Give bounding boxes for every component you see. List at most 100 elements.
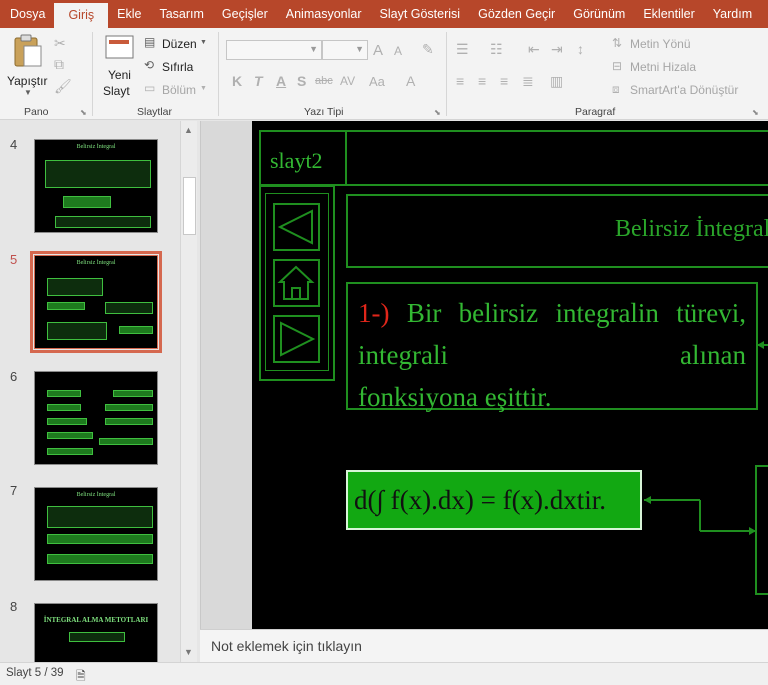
increase-font-icon[interactable]: A <box>373 42 383 59</box>
thumbnail-shape <box>47 554 153 564</box>
section-button[interactable]: Bölüm <box>162 83 196 97</box>
chevron-down-icon: ▼ <box>309 44 318 54</box>
thumbnail-shape <box>47 534 153 544</box>
dialog-launcher-icon[interactable]: ⬊ <box>80 108 87 117</box>
dialog-launcher-icon[interactable]: ⬊ <box>434 108 441 117</box>
new-slide-button[interactable]: Yeni Slayt <box>100 34 140 100</box>
group-separator <box>446 32 447 116</box>
change-case-button[interactable]: Aa <box>369 74 385 89</box>
tab-eklentiler[interactable]: Eklentiler <box>634 0 703 28</box>
character-spacing-button[interactable]: AV <box>340 74 355 88</box>
thumbnail-shape <box>105 302 153 314</box>
align-center-icon[interactable]: ≡ <box>478 73 486 89</box>
bold-button[interactable]: K <box>232 73 242 89</box>
tab-dosya[interactable]: Dosya <box>0 0 54 28</box>
strikethrough-button[interactable]: abc <box>315 75 333 87</box>
tab-tasarim[interactable]: Tasarım <box>150 0 212 28</box>
thumbnail-shape <box>63 196 111 208</box>
dialog-launcher-icon[interactable]: ⬊ <box>752 108 759 117</box>
thumbnail-shape <box>45 160 151 188</box>
tab-yardim[interactable]: Yardım <box>704 0 761 28</box>
slide-position: Slayt 5 / 39 <box>6 667 64 679</box>
reset-button[interactable]: Sıfırla <box>162 60 193 74</box>
chevron-down-icon: ▼ <box>200 85 207 92</box>
thumbnail-number: 5 <box>10 252 18 267</box>
group-label-pano: Pano <box>24 106 49 118</box>
thumbnail-title: Belirsiz İntegral <box>76 144 116 150</box>
cut-icon[interactable]: ✂ <box>54 35 66 52</box>
ribbon: Yapıştır ▼ ✂ ⧉ 🖌 Pano ⬊ Yeni Slayt ▤ Düz… <box>0 28 768 120</box>
thumbnail-shape <box>47 448 93 455</box>
slide-thumbnail-5[interactable]: Belirsiz İntegral <box>30 251 162 353</box>
new-slide-label-1: Yeni <box>108 68 131 82</box>
slide-label-text: slayt2 <box>270 148 323 173</box>
slide-thumbnail-pane: 4 Belirsiz İntegral 5 Belirsiz İntegral … <box>0 121 200 673</box>
increase-indent-icon[interactable]: ⇥ <box>551 41 563 58</box>
tab-giris[interactable]: Giriş <box>54 3 109 28</box>
slide-thumbnail-6[interactable] <box>34 371 158 465</box>
font-color-button[interactable]: A <box>406 73 415 89</box>
thumbnail-number: 8 <box>10 599 18 614</box>
slide-thumbnail-4[interactable]: Belirsiz İntegral <box>34 139 158 233</box>
text-direction-button[interactable]: Metin Yönü <box>630 37 691 51</box>
align-left-icon[interactable]: ≡ <box>456 73 464 89</box>
notes-pane[interactable]: Not eklemek için tıklayın <box>200 629 768 662</box>
tab-gozden-gecir[interactable]: Gözden Geçir <box>469 0 564 28</box>
shadow-button[interactable]: S <box>297 73 306 89</box>
font-name-combo[interactable]: ▼ <box>226 40 322 60</box>
previous-slide-button[interactable] <box>273 203 320 251</box>
group-separator <box>218 32 219 116</box>
thumbnail-number: 4 <box>10 137 18 152</box>
chevron-down-icon: ▼ <box>355 44 364 54</box>
thumbnail-shape <box>47 278 103 296</box>
italic-button[interactable]: T <box>254 73 263 89</box>
new-slide-label-2: Slayt <box>103 84 130 98</box>
paste-button[interactable]: Yapıştır ▼ <box>6 34 50 98</box>
slide-thumbnail-7[interactable]: Belirsiz İntegral <box>34 487 158 581</box>
group-separator <box>92 32 93 116</box>
thumbnail-shape <box>47 418 87 425</box>
tab-gorunum[interactable]: Görünüm <box>564 0 634 28</box>
home-button[interactable] <box>273 259 320 307</box>
tab-ekle[interactable]: Ekle <box>108 0 150 28</box>
bullets-icon[interactable]: ☰ <box>456 41 469 58</box>
thumbnail-number: 7 <box>10 483 18 498</box>
formula-box[interactable]: d(∫ f(x).dx) = f(x).dxtir. <box>346 470 642 530</box>
align-text-button[interactable]: Metni Hizala <box>630 60 696 74</box>
underline-button[interactable]: A <box>276 73 286 89</box>
thumbnail-shape <box>113 390 153 397</box>
decrease-indent-icon[interactable]: ⇤ <box>528 41 540 58</box>
thumbnail-shape <box>47 432 93 439</box>
clipboard-icon <box>14 34 42 67</box>
scroll-down-icon[interactable]: ▼ <box>184 647 193 657</box>
smartart-button[interactable]: SmartArt'a Dönüştür <box>630 83 738 97</box>
clear-formatting-icon[interactable]: ✎ <box>422 41 434 58</box>
new-slide-icon <box>105 35 134 59</box>
scroll-up-icon[interactable]: ▲ <box>184 125 193 135</box>
back-arrow-icon <box>277 209 313 245</box>
numbering-icon[interactable]: ☷ <box>490 41 503 58</box>
thumbnail-title: İNTEGRAL ALMA METOTLARI <box>43 616 149 624</box>
ribbon-tab-bar: Dosya Giriş Ekle Tasarım Geçişler Animas… <box>0 0 768 28</box>
tab-gecisler[interactable]: Geçişler <box>213 0 277 28</box>
next-slide-button[interactable] <box>273 315 320 363</box>
spelling-check-icon[interactable]: 🗎 <box>76 667 86 685</box>
layout-button[interactable]: Düzen <box>162 37 197 51</box>
tab-slayt-gosterisi[interactable]: Slayt Gösterisi <box>371 0 470 28</box>
layout-icon: ▤ <box>144 35 156 49</box>
justify-icon[interactable]: ≣ <box>522 73 534 90</box>
body-item-number: 1-) <box>358 298 390 328</box>
format-painter-icon[interactable]: 🖌 <box>54 78 72 95</box>
paste-label: Yapıştır <box>7 74 48 88</box>
columns-icon[interactable]: ▥ <box>550 73 563 90</box>
thumbnail-title: Belirsiz İntegral <box>76 260 116 266</box>
scrollbar-thumb[interactable] <box>183 177 196 235</box>
thumbnail-scrollbar[interactable]: ▲ ▼ <box>180 121 197 662</box>
align-right-icon[interactable]: ≡ <box>500 73 508 89</box>
group-label-yazi-tipi: Yazı Tipi <box>304 106 344 118</box>
tab-animasyonlar[interactable]: Animasyonlar <box>277 0 371 28</box>
font-size-combo[interactable]: ▼ <box>322 40 368 60</box>
line-spacing-icon[interactable]: ↕ <box>577 41 584 57</box>
copy-icon[interactable]: ⧉ <box>54 56 64 73</box>
decrease-font-icon[interactable]: A <box>394 44 402 58</box>
